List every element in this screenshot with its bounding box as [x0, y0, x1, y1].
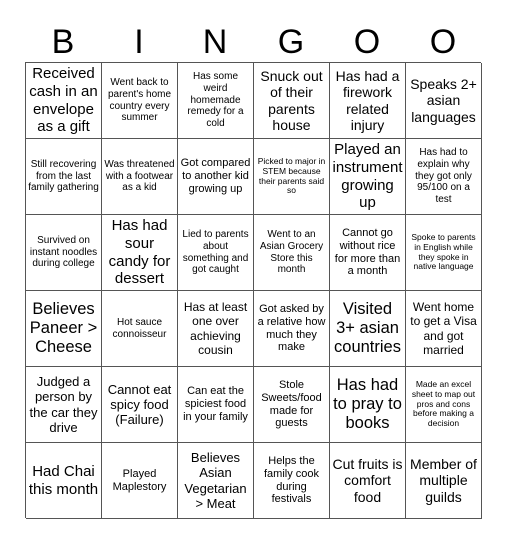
bingo-cell[interactable]: Hot sauce connoisseur: [102, 291, 178, 367]
bingo-cell[interactable]: Has had a firework related injury: [330, 63, 406, 139]
bingo-cell[interactable]: Received cash in an envelope as a gift: [26, 63, 102, 139]
bingo-cell[interactable]: Was threatened with a footwear as a kid: [102, 139, 178, 215]
bingo-cell[interactable]: Has at least one over achieving cousin: [178, 291, 254, 367]
bingo-cell[interactable]: Spoke to parents in English while they s…: [406, 215, 482, 291]
bingo-header: B I N G O O: [25, 22, 481, 62]
bingo-cell[interactable]: Visited 3+ asian countries: [330, 291, 406, 367]
bingo-cell[interactable]: Played an instrument growing up: [330, 139, 406, 215]
bingo-cell[interactable]: Lied to parents about something and got …: [178, 215, 254, 291]
bingo-cell[interactable]: Has had to pray to books: [330, 367, 406, 443]
header-letter: O: [353, 23, 381, 61]
bingo-cell[interactable]: Believes Paneer > Cheese: [26, 291, 102, 367]
bingo-cell[interactable]: Got asked by a relative how much they ma…: [254, 291, 330, 367]
header-letter: O: [429, 23, 457, 61]
bingo-cell[interactable]: Speaks 2+ asian languages: [406, 63, 482, 139]
bingo-cell[interactable]: Played Maplestory: [102, 443, 178, 519]
bingo-cell[interactable]: Has some weird homemade remedy for a col…: [178, 63, 254, 139]
bingo-cell[interactable]: Has had sour candy for dessert: [102, 215, 178, 291]
bingo-cell[interactable]: Survived on instant noodles during colle…: [26, 215, 102, 291]
bingo-cell[interactable]: Made an excel sheet to map out pros and …: [406, 367, 482, 443]
bingo-cell[interactable]: Went to an Asian Grocery Store this mont…: [254, 215, 330, 291]
bingo-cell[interactable]: Went home to get a Visa and got married: [406, 291, 482, 367]
bingo-cell[interactable]: Can eat the spiciest food in your family: [178, 367, 254, 443]
bingo-cell[interactable]: Went back to parent's home country every…: [102, 63, 178, 139]
header-letter: G: [277, 23, 305, 61]
header-letter: N: [202, 23, 228, 61]
header-letter: B: [51, 23, 75, 61]
bingo-cell[interactable]: Cannot go without rice for more than a m…: [330, 215, 406, 291]
bingo-cell[interactable]: Judged a person by the car they drive: [26, 367, 102, 443]
bingo-board: Received cash in an envelope as a gift W…: [25, 62, 482, 519]
bingo-cell[interactable]: Still recovering from the last family ga…: [26, 139, 102, 215]
bingo-cell[interactable]: Picked to major in STEM because their pa…: [254, 139, 330, 215]
bingo-cell[interactable]: Snuck out of their parents house: [254, 63, 330, 139]
bingo-cell[interactable]: Helps the family cook during festivals: [254, 443, 330, 519]
bingo-cell[interactable]: Cannot eat spicy food (Failure): [102, 367, 178, 443]
header-letter: I: [134, 23, 144, 61]
bingo-cell[interactable]: Has had to explain why they got only 95/…: [406, 139, 482, 215]
bingo-cell[interactable]: Stole Sweets/food made for guests: [254, 367, 330, 443]
bingo-cell[interactable]: Had Chai this month: [26, 443, 102, 519]
bingo-cell[interactable]: Cut fruits is comfort food: [330, 443, 406, 519]
bingo-cell[interactable]: Believes Asian Vegetarian > Meat: [178, 443, 254, 519]
bingo-cell[interactable]: Member of multiple guilds: [406, 443, 482, 519]
bingo-cell[interactable]: Got compared to another kid growing up: [178, 139, 254, 215]
